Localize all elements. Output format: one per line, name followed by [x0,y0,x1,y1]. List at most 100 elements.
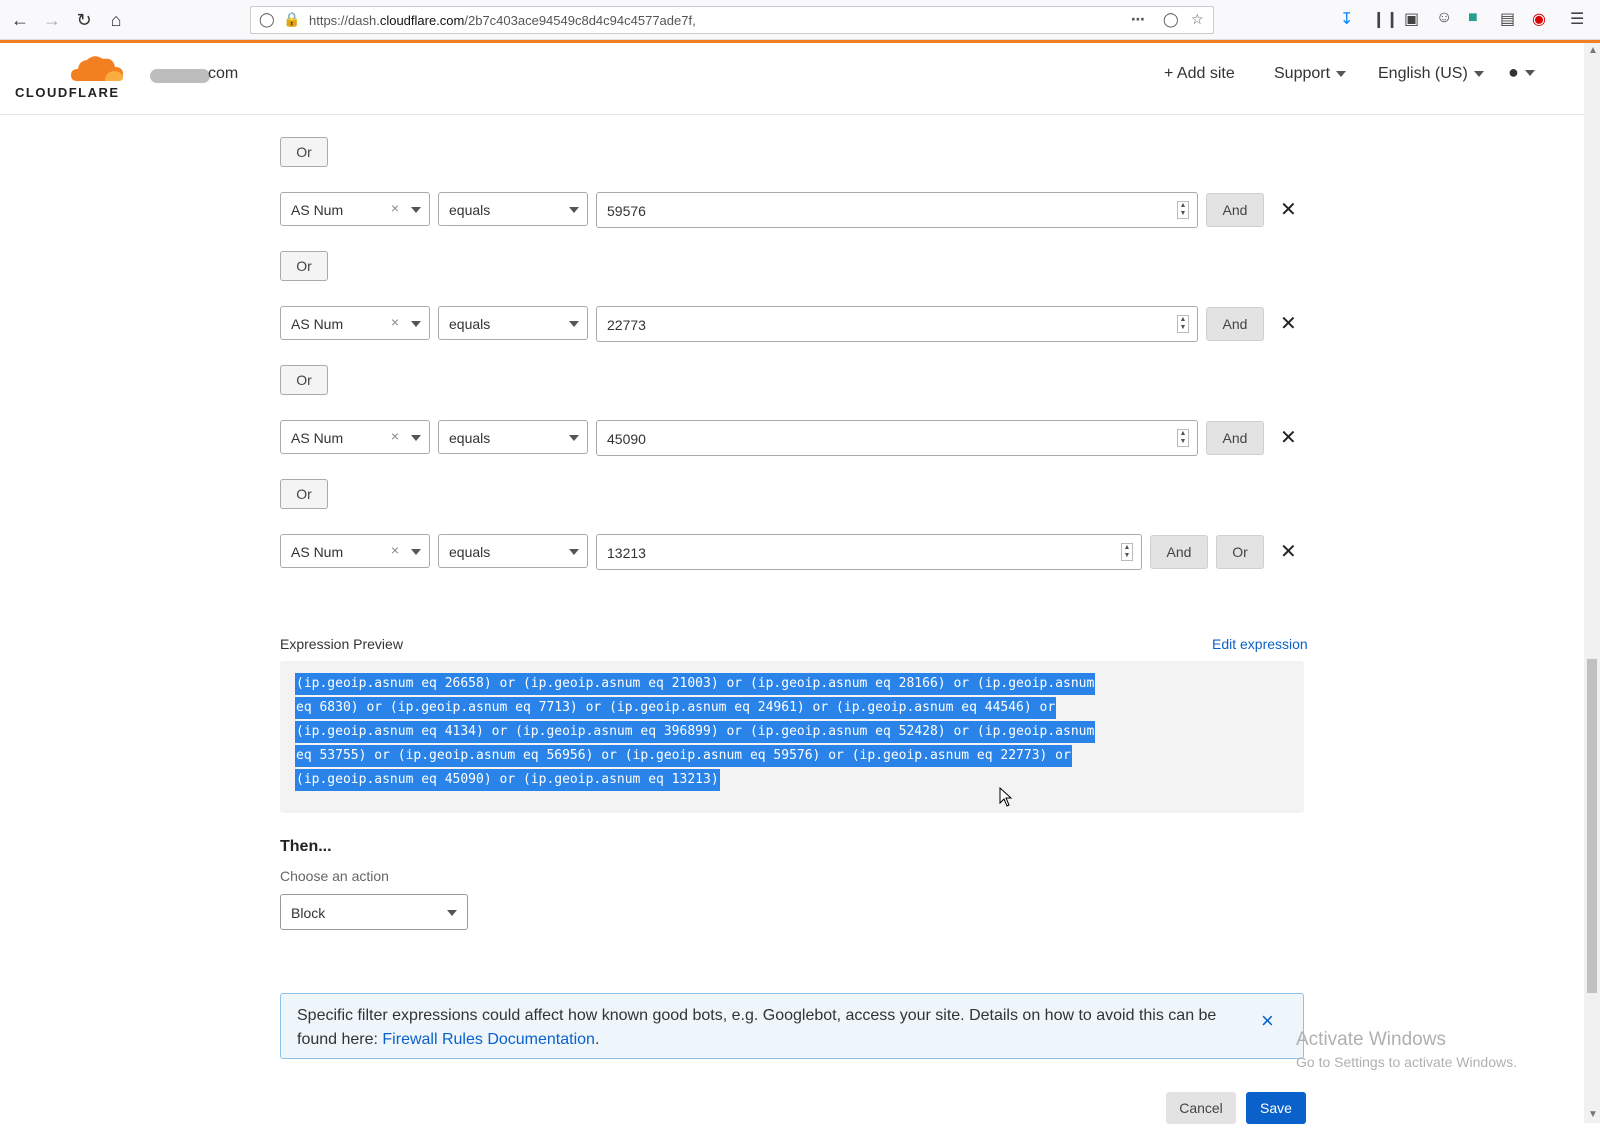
spinner-icon[interactable]: ▲ ▼ [1177,201,1189,219]
clear-icon[interactable]: × [391,200,399,216]
remove-row-icon[interactable]: ✕ [1280,539,1297,564]
or-button[interactable]: Or [280,365,328,395]
forward-icon[interactable]: → [38,6,66,34]
rule-operator-select[interactable]: equals [438,534,588,568]
mouse-cursor-icon [999,787,1013,807]
rule-field-select[interactable]: AS Num × [280,306,430,340]
save-extension-icon[interactable]: ■ [1468,9,1478,27]
notice-text: Specific filter expressions could affect… [297,1007,1217,1048]
rule-value-input[interactable]: 22773 ▲ ▼ [596,306,1198,342]
opera-icon[interactable]: ◉ [1532,9,1546,29]
chevron-down-icon [569,321,579,327]
spinner-icon[interactable]: ▲ ▼ [1177,429,1189,447]
scroll-up-icon[interactable]: ▲ [1588,45,1598,56]
chevron-down-icon [1336,70,1347,77]
and-button[interactable]: And [1206,193,1264,227]
firewall-docs-link[interactable]: Firewall Rules Documentation [382,1031,595,1048]
remove-row-icon[interactable]: ✕ [1280,311,1297,336]
field-value: AS Num [291,316,344,332]
support-menu[interactable]: Support [1274,65,1347,83]
back-icon[interactable]: ← [6,6,34,34]
expression-line: (ip.geoip.asnum eq 45090) or (ip.geoip.a… [295,769,720,791]
menu-icon[interactable]: ☰ [1570,9,1584,29]
and-button[interactable]: And [1206,421,1264,455]
spinner-icon[interactable]: ▲ ▼ [1177,315,1189,333]
lock-icon[interactable]: 🔒 [283,11,300,28]
scroll-thumb[interactable] [1587,659,1597,993]
bookmark-star-icon[interactable]: ☆ [1191,11,1204,28]
chevron-down-icon [569,435,579,441]
sidebar-icon[interactable]: ▣ [1404,9,1419,29]
chevron-down-icon [411,321,421,327]
library-icon[interactable]: ❙❙ [1372,9,1399,29]
download-icon[interactable]: ↧ [1340,9,1353,29]
url-text[interactable]: https://dash.cloudflare.com/2b7c403ace94… [309,13,696,28]
action-select[interactable]: Block [280,894,468,930]
rule-field-select[interactable]: AS Num × [280,534,430,568]
expression-line: (ip.geoip.asnum eq 4134) or (ip.geoip.as… [295,721,1096,743]
language-menu[interactable]: English (US) [1378,65,1484,83]
rule-operator-select[interactable]: equals [438,420,588,454]
more-icon[interactable]: ⋯ [1131,11,1145,28]
and-button[interactable]: And [1150,535,1208,569]
and-button[interactable]: And [1206,307,1264,341]
expression-preview-box[interactable]: (ip.geoip.asnum eq 26658) or (ip.geoip.a… [280,661,1304,813]
add-site-button[interactable]: + Add site [1164,65,1235,83]
clear-icon[interactable]: × [391,428,399,444]
bot-notice-banner: Specific filter expressions could affect… [280,993,1304,1059]
plus-icon: + [1164,65,1174,82]
redacted-domain [150,69,210,83]
user-menu[interactable]: ● [1508,62,1535,83]
remove-row-icon[interactable]: ✕ [1280,197,1297,222]
rule-field-select[interactable]: AS Num × [280,192,430,226]
rule-value-input[interactable]: 59576 ▲ ▼ [596,192,1198,228]
operator-value: equals [449,316,491,332]
rule-operator-select[interactable]: equals [438,306,588,340]
rule-operator-select[interactable]: equals [438,192,588,226]
save-button[interactable]: Save [1246,1092,1306,1124]
expression-line: eq 53755) or (ip.geoip.asnum eq 56956) o… [295,745,1072,767]
or-button[interactable]: Or [280,479,328,509]
then-heading: Then... [280,838,332,855]
expression-line: eq 6830) or (ip.geoip.asnum eq 7713) or … [295,697,1057,719]
account-icon[interactable]: ☺ [1436,9,1452,27]
or-inline-button[interactable]: Or [1216,535,1264,569]
home-icon[interactable]: ⌂ [102,6,130,34]
spinner-icon[interactable]: ▲ ▼ [1121,543,1133,561]
field-value: AS Num [291,544,344,560]
pocket-icon[interactable]: ◯ [1163,11,1179,28]
page-scrollbar[interactable]: ▲ ▼ [1584,43,1600,1123]
reload-icon[interactable]: ↻ [70,6,98,34]
browser-toolbar: ← → ↻ ⌂ ◯ 🔒 https://dash.cloudflare.com/… [0,0,1600,40]
field-value: AS Num [291,202,344,218]
cloudflare-logo-overlay[interactable]: CLOUDFLARE [15,51,123,101]
value-text: 22773 [607,317,646,333]
value-text: 13213 [607,545,646,561]
value-text: 45090 [607,431,646,447]
operator-value: equals [449,430,491,446]
chevron-down-icon [447,910,457,916]
expression-preview-label: Expression Preview [280,636,403,652]
or-button[interactable]: Or [280,137,328,167]
rule-value-input[interactable]: 13213 ▲ ▼ [596,534,1142,570]
url-bar[interactable]: ◯ 🔒 https://dash.cloudflare.com/2b7c403a… [250,6,1214,34]
rule-field-select[interactable]: AS Num × [280,420,430,454]
cancel-button[interactable]: Cancel [1166,1092,1236,1124]
edit-expression-link[interactable]: Edit expression [1212,636,1308,652]
expression-line: (ip.geoip.asnum eq 26658) or (ip.geoip.a… [295,673,1096,695]
folder-icon[interactable]: ▤ [1500,9,1515,29]
chevron-down-icon [1524,70,1535,77]
remove-row-icon[interactable]: ✕ [1280,425,1297,450]
clear-icon[interactable]: × [391,314,399,330]
clear-icon[interactable]: × [391,542,399,558]
or-button[interactable]: Or [280,251,328,281]
action-value: Block [291,905,326,921]
operator-value: equals [449,202,491,218]
chevron-down-icon [569,207,579,213]
user-avatar-icon: ● [1508,62,1519,82]
rule-value-input[interactable]: 45090 ▲ ▼ [596,420,1198,456]
domain-suffix[interactable]: com [208,65,238,83]
close-icon[interactable]: × [1261,1008,1274,1034]
shield-icon[interactable]: ◯ [259,11,275,28]
scroll-down-icon[interactable]: ▼ [1588,1109,1598,1120]
